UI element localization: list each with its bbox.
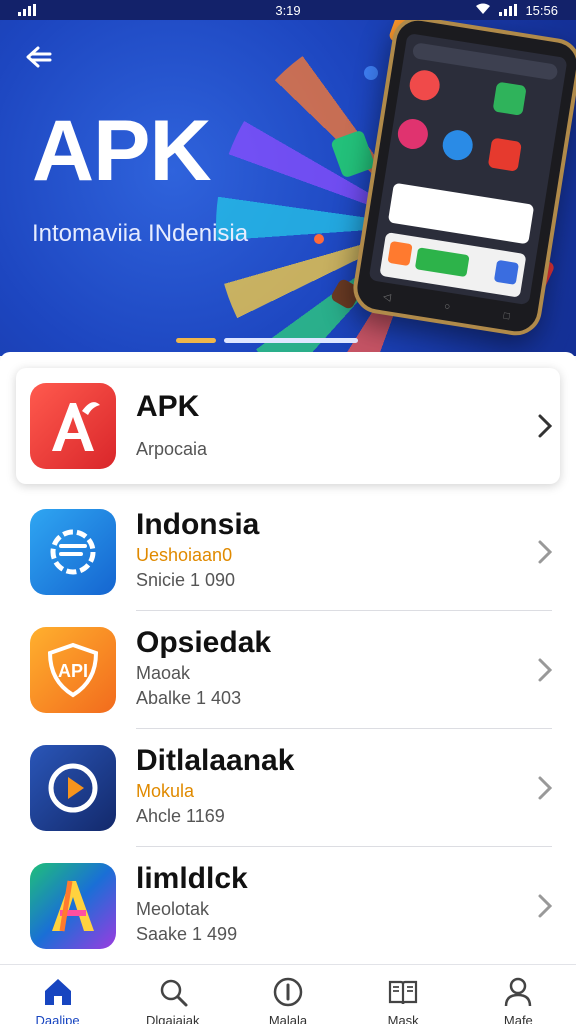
list-item[interactable]: limldlck Meolotak Saake 1 499	[16, 848, 560, 964]
chevron-right-icon	[538, 776, 553, 800]
nav-label: Malala	[268, 1013, 308, 1024]
nav-label: Daalipe	[35, 1013, 80, 1024]
back-button[interactable]	[22, 42, 56, 72]
status-time: 3:19	[275, 2, 301, 18]
app-meta: Saake 1 499	[136, 924, 238, 944]
status-bar: 3:19 15:56	[0, 0, 576, 20]
app-title: Opsiedak	[136, 626, 272, 659]
chevron-right-icon	[538, 894, 553, 918]
wifi-icon	[475, 3, 491, 18]
hero-subtitle: Intomaviia INdenisia	[32, 220, 249, 247]
svg-text:API: API	[58, 661, 88, 681]
app-subtitle: Meolotak	[136, 899, 210, 919]
nav-label: Mask	[387, 1013, 419, 1024]
home-icon	[44, 979, 71, 1005]
deco-dot	[314, 234, 324, 244]
list-item[interactable]: API Opsiedak Maoak Abalke 1 403	[16, 612, 560, 728]
app-title: Ditlalaanak	[136, 744, 295, 777]
nav-home[interactable]: Daalipe	[8, 975, 108, 1024]
app-subtitle: Maoak	[136, 663, 191, 683]
divider	[136, 728, 552, 729]
app-title: APK	[136, 390, 200, 423]
app-meta: Ahcle 1169	[136, 806, 225, 826]
profile-icon	[505, 977, 532, 1007]
nav-profile[interactable]: Mafe	[468, 975, 568, 1024]
hero-title: APK	[32, 103, 212, 199]
bottom-nav: Daalipe Dlgaiaiak Malala Mask Mafe	[0, 964, 576, 1024]
hero-banner: APK Intomaviia INdenisia ◁ ○ □	[0, 20, 576, 356]
book-icon	[389, 980, 418, 1005]
pager-dot-active[interactable]	[176, 338, 216, 343]
apk-a-icon	[30, 383, 116, 469]
chevron-right-icon	[538, 540, 553, 564]
search-icon	[160, 979, 188, 1007]
api-shield-icon: API	[30, 627, 116, 713]
nav-search[interactable]: Dlgaiaiak	[123, 975, 223, 1024]
app-meta: Snicie 1 090	[136, 570, 236, 590]
back-arrow-icon	[26, 46, 52, 68]
chevron-right-icon	[538, 414, 553, 438]
app-subtitle: Arpocaia	[136, 439, 208, 459]
nav-label: Mafe	[503, 1013, 533, 1024]
app-title: Indonsia	[136, 508, 260, 541]
nav-label: Dlgaiaiak	[146, 1013, 200, 1024]
signal-icon-right	[499, 4, 518, 16]
list-item[interactable]: APK Arpocaia	[16, 368, 560, 484]
colorful-a-icon	[30, 863, 116, 949]
status-time-right: 15:56	[525, 2, 558, 18]
divider	[136, 610, 552, 611]
divider	[136, 846, 552, 847]
app-list: APK Arpocaia Indonsia Ueshoiaan0 Snicie …	[0, 352, 576, 964]
chevron-right-icon	[538, 658, 553, 682]
info-icon	[273, 977, 303, 1007]
pager-dot[interactable]	[224, 338, 358, 343]
deco-dot	[364, 66, 378, 80]
app-meta: Abalke 1 403	[136, 688, 242, 708]
chat-gear-icon	[30, 509, 116, 595]
carousel-pager[interactable]	[176, 338, 358, 343]
nav-info[interactable]: Malala	[238, 975, 338, 1024]
play-circle-icon	[30, 745, 116, 831]
list-item[interactable]: Ditlalaanak Mokula Ahcle 1169	[16, 730, 560, 846]
signal-icon	[18, 4, 36, 16]
app-subtitle: Ueshoiaan0	[136, 545, 233, 565]
list-item[interactable]: Indonsia Ueshoiaan0 Snicie 1 090	[16, 494, 560, 610]
app-subtitle: Mokula	[136, 781, 195, 801]
nav-book[interactable]: Mask	[353, 975, 453, 1024]
app-title: limldlck	[136, 862, 248, 895]
